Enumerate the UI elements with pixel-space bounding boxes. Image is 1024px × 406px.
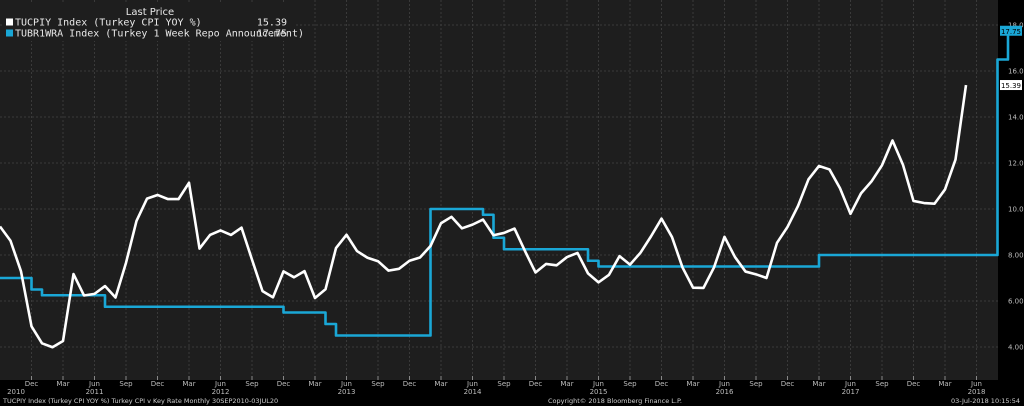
x-month-label: Sep	[245, 380, 259, 388]
x-month-label: Mar	[560, 380, 573, 388]
x-month-label: Dec	[781, 380, 795, 388]
footer-center: Copyright© 2018 Bloomberg Finance L.P.	[548, 397, 682, 405]
plot-area	[0, 0, 998, 380]
x-month-label: Mar	[434, 380, 447, 388]
y-tick-label: 10.00	[1008, 206, 1024, 214]
y-tick-label: 6.00	[1008, 298, 1024, 306]
last-price-tag-cpi: 15.39	[1000, 80, 1022, 91]
last-price-tags: 17.75 15.39	[1000, 25, 1022, 91]
y-tick-label: 12.00	[1008, 160, 1024, 168]
x-month-label: Mar	[308, 380, 321, 388]
x-month-label: Sep	[623, 380, 637, 388]
legend-label-cpi: TUCPIY Index (Turkey CPI YOY %)	[15, 18, 202, 29]
x-month-label: Jun	[340, 380, 352, 388]
x-month-label: Mar	[56, 380, 69, 388]
y-tick-label: 4.00	[1008, 344, 1024, 352]
x-month-label: Dec	[907, 380, 921, 388]
x-month-label: Jun	[214, 380, 226, 388]
x-month-label: Jun	[88, 380, 100, 388]
x-month-label: Sep	[749, 380, 763, 388]
footer-right: 03-Jul-2018 10:15:54	[951, 397, 1020, 405]
y-tick-label: 14.00	[1008, 114, 1024, 122]
x-month-label: Sep	[119, 380, 133, 388]
x-year-label: 2011	[86, 388, 104, 396]
x-year-label: 2014	[464, 388, 482, 396]
legend-value-repo: 17.75	[257, 29, 287, 40]
x-month-label: Mar	[938, 380, 951, 388]
x-year-label: 2017	[842, 388, 860, 396]
x-month-label: Sep	[371, 380, 385, 388]
chart: 4.006.008.0010.0012.0014.0016.0018.00 De…	[0, 0, 1024, 405]
footer: TUCPIY Index (Turkey CPI YOY %) Turkey C…	[2, 397, 1020, 405]
legend-swatch-repo	[6, 29, 13, 37]
legend: Last Price TUCPIY Index (Turkey CPI YOY …	[3, 3, 304, 41]
x-month-label: Dec	[403, 380, 417, 388]
x-month-label: Dec	[25, 380, 39, 388]
x-year-label: 2018	[968, 388, 986, 396]
x-month-label: Jun	[592, 380, 604, 388]
last-price-tag-cpi-text: 15.39	[1001, 82, 1021, 90]
x-month-label: Dec	[277, 380, 291, 388]
x-month-label: Jun	[970, 380, 982, 388]
legend-header: Last Price	[126, 7, 174, 18]
x-month-label: Dec	[655, 380, 669, 388]
x-axis-tick-labels: Dec Mar Jun Sep Dec Mar Jun Sep Dec Mar Jun Sep Dec M…	[7, 380, 985, 396]
x-month-label: Sep	[497, 380, 511, 388]
x-year-label: 2012	[212, 388, 230, 396]
x-month-label: Mar	[686, 380, 699, 388]
x-year-label: 2015	[590, 388, 608, 396]
last-price-tag-repo: 17.75	[1000, 25, 1022, 36]
x-month-label: Mar	[812, 380, 825, 388]
x-month-label: Jun	[718, 380, 730, 388]
x-month-label: Dec	[529, 380, 543, 388]
x-year-label: 2010	[7, 388, 25, 396]
x-year-label: 2016	[716, 388, 734, 396]
legend-swatch-cpi	[6, 18, 13, 26]
x-month-label: Jun	[466, 380, 478, 388]
x-year-label: 2013	[338, 388, 356, 396]
y-axis-tick-labels: 4.006.008.0010.0012.0014.0016.0018.00	[1008, 22, 1024, 352]
last-price-tag-repo-text: 17.75	[1001, 28, 1021, 36]
x-month-label: Sep	[875, 380, 889, 388]
x-month-label: Jun	[844, 380, 856, 388]
legend-value-cpi: 15.39	[257, 18, 287, 29]
footer-left: TUCPIY Index (Turkey CPI YOY %) Turkey C…	[2, 397, 278, 405]
y-tick-label: 16.00	[1008, 68, 1024, 76]
x-month-label: Dec	[151, 380, 165, 388]
y-tick-label: 8.00	[1008, 252, 1024, 260]
x-month-label: Mar	[182, 380, 195, 388]
